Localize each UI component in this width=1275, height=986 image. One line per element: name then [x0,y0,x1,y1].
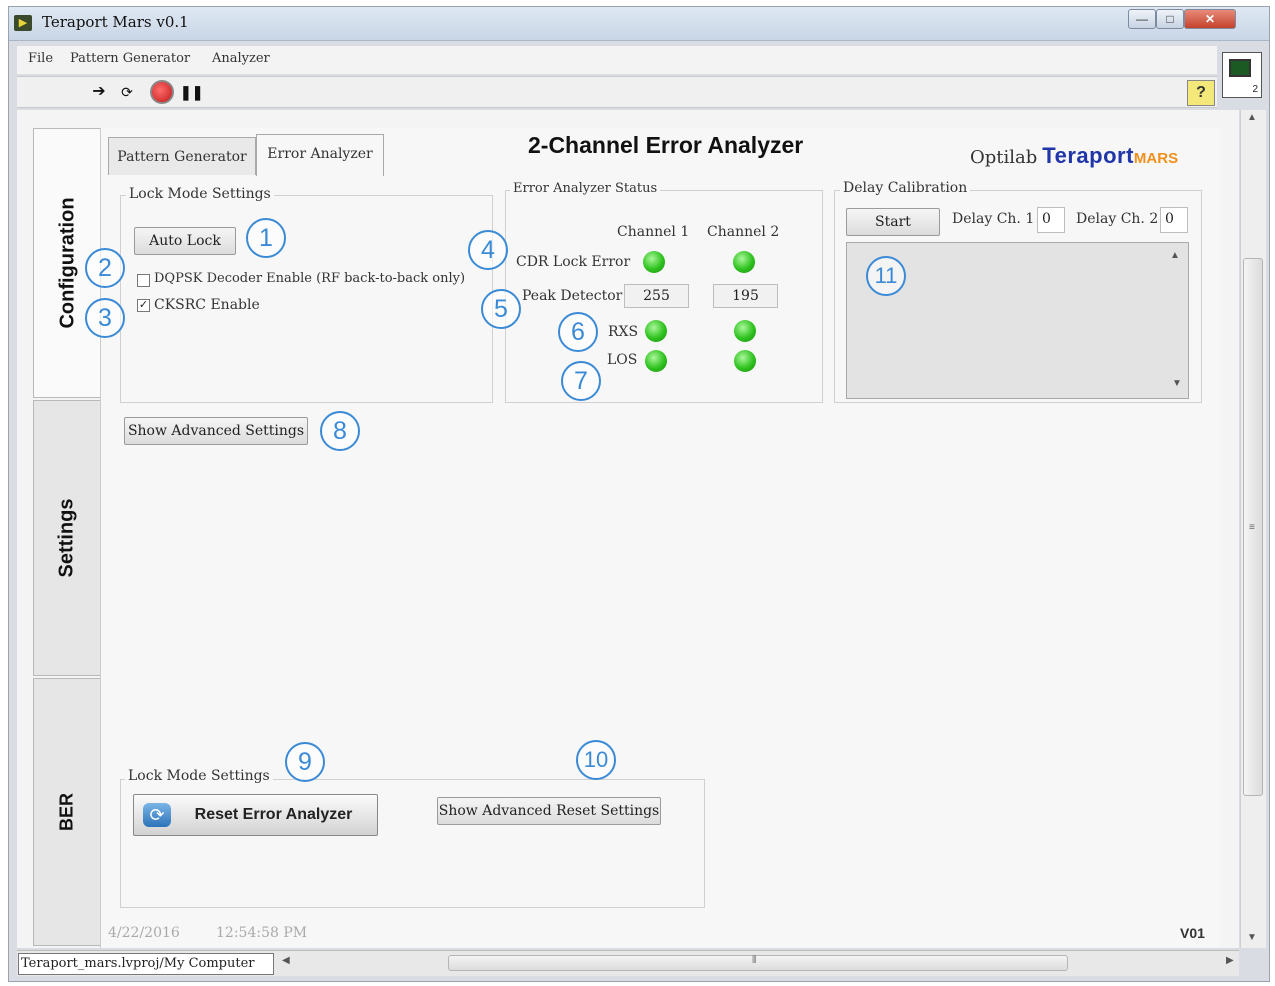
tab-pattern-generator[interactable]: Pattern Generator [108,137,256,175]
vtab-ber-label: BER [56,792,77,832]
scroll-down-icon[interactable]: ▼ [1247,932,1257,943]
callout-8: 8 [320,411,360,451]
peak-ch1-value: 255 [624,284,689,308]
reset-group-title: Lock Mode Settings [125,768,273,784]
scroll-right-icon[interactable]: ▶ [1226,955,1234,966]
log-scroll-up-icon[interactable]: ▲ [1170,250,1180,261]
maximize-button[interactable]: □ [1156,9,1184,29]
peak-ch2-value: 195 [713,284,778,308]
page-title: 2-Channel Error Analyzer [528,132,804,158]
lock-mode-title: Lock Mode Settings [126,186,274,202]
cdr-lock-ch1-led [643,251,665,273]
menu-analyzer[interactable]: Analyzer [212,51,270,66]
close-button[interactable]: ✕ [1184,9,1236,29]
callout-9: 9 [285,742,325,782]
channel2-header: Channel 2 [707,224,780,240]
brand-suffix: MARS [1133,150,1179,167]
peak-detector-label: Peak Detector [522,288,623,304]
delay-ch1-input[interactable]: 0 [1037,207,1065,233]
horizontal-scroll-thumb[interactable] [448,955,1068,971]
callout-2: 2 [85,248,125,288]
rxs-ch2-led [734,320,756,342]
dqpsk-checkbox[interactable] [137,274,150,287]
hscroll-grip-icon: ⦀ [752,955,757,966]
rxs-label: RXS [608,324,639,340]
scroll-up-icon[interactable]: ▲ [1247,112,1257,123]
los-label: LOS [607,352,638,368]
vtab-settings-label: Settings [55,498,78,578]
dqpsk-label: DQPSK Decoder Enable (RF back-to-back on… [154,271,466,286]
callout-5: 5 [481,289,521,329]
delay-ch2-label: Delay Ch. 2 [1076,211,1159,227]
status-title: Error Analyzer Status [510,181,661,196]
callout-7: 7 [561,361,601,401]
cksrc-label: CKSRC Enable [154,297,260,313]
auto-lock-button[interactable]: Auto Lock [134,227,236,255]
app-icon: ▶ [14,15,32,31]
menu-file[interactable]: File [28,51,53,66]
scroll-left-icon[interactable]: ◀ [282,955,290,966]
callout-4: 4 [468,230,508,270]
pause-icon[interactable]: ❚❚ [180,81,203,103]
delay-ch1-label: Delay Ch. 1 [952,211,1035,227]
rxs-ch1-led [645,320,667,342]
abort-execution-icon[interactable] [150,80,174,104]
brand-name: Teraport [1042,143,1134,168]
vtab-ber[interactable]: BER [33,678,101,946]
callout-1: 1 [246,218,286,258]
callout-3: 3 [85,298,125,338]
menu-pattern-generator[interactable]: Pattern Generator [70,51,190,66]
los-ch2-led [734,350,756,372]
cdr-lock-error-label: CDR Lock Error [516,254,631,270]
menu-bar [17,46,1217,74]
cksrc-checkbox[interactable]: ✓ [137,299,150,312]
version-label: V01 [1180,925,1205,941]
callout-11: 11 [866,256,906,296]
help-icon[interactable]: ? [1187,80,1215,106]
callout-6: 6 [558,312,598,352]
project-path-field: Teraport_mars.lvproj/My Computer [18,953,274,975]
tab-error-analyzer[interactable]: Error Analyzer [256,134,384,176]
status-date: 4/22/2016 [108,925,180,941]
callout-10: 10 [576,740,616,780]
title-bar [9,7,1269,41]
scroll-grip-icon: ≡ [1249,522,1255,533]
delay-cal-start-button[interactable]: Start [846,208,940,236]
minimize-button[interactable]: — [1128,9,1156,29]
delay-cal-title: Delay Calibration [840,180,971,196]
brand-prefix: Optilab [970,147,1038,168]
cdr-lock-ch2-led [733,251,755,273]
show-advanced-reset-button[interactable]: Show Advanced Reset Settings [437,797,661,825]
run-continuously-icon[interactable]: ⟳ [116,81,138,103]
refresh-icon: ⟳ [143,803,171,827]
channel1-header: Channel 1 [617,224,690,240]
los-ch1-led [645,350,667,372]
delay-ch2-input[interactable]: 0 [1160,207,1188,233]
vi-icon: 2 [1222,52,1262,98]
vtab-settings[interactable]: Settings [33,400,101,676]
vtab-configuration-label: Configuration [56,197,78,329]
show-advanced-settings-button[interactable]: Show Advanced Settings [124,417,308,445]
run-arrow-icon[interactable]: ➔ [88,81,110,103]
status-time: 12:54:58 PM [216,925,308,941]
window-title: Teraport Mars v0.1 [42,13,189,31]
brand-logo: Optilab TeraportMARS [970,143,1178,169]
log-scroll-down-icon[interactable]: ▼ [1172,378,1182,389]
